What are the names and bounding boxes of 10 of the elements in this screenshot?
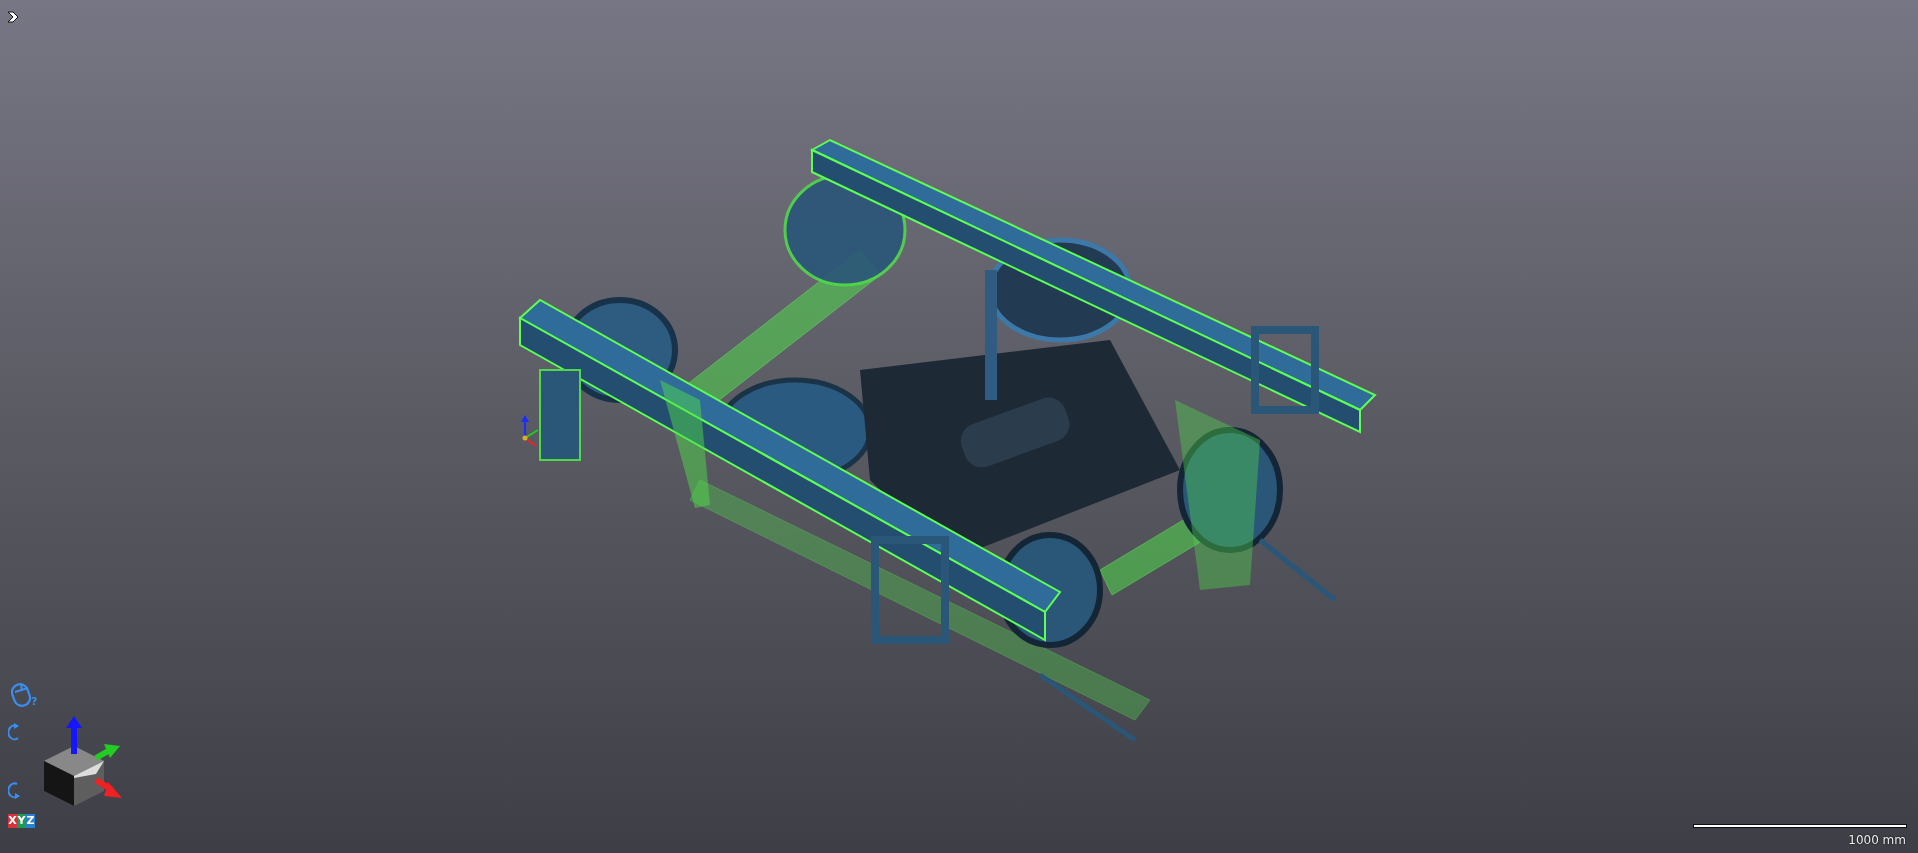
expand-chevron-icon[interactable] — [7, 11, 19, 23]
mouse-icon[interactable] — [11, 682, 31, 708]
rotate-counterclockwise-icon[interactable] — [8, 780, 22, 800]
axis-triad-icon — [521, 415, 539, 447]
axis-label: Y — [17, 814, 26, 828]
axis-label-toggle[interactable]: XYZ — [8, 814, 35, 828]
axis-label: Z — [26, 814, 35, 828]
scale-label: 1000 mm — [1848, 833, 1906, 847]
help-mark[interactable]: ? — [31, 696, 38, 708]
axis-label: X — [8, 814, 17, 828]
